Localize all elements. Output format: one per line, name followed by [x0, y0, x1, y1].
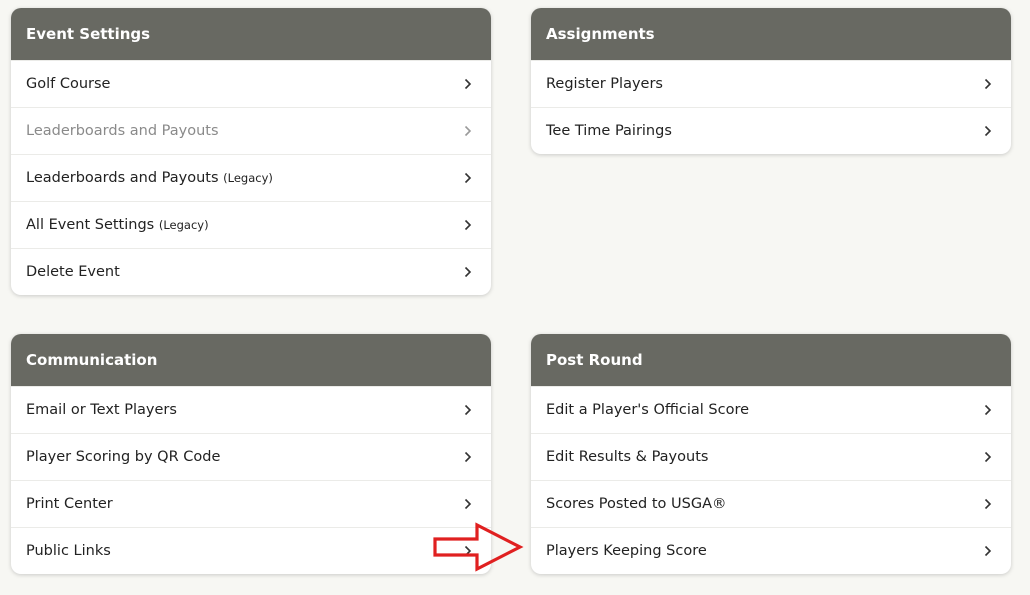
event-settings-card: Event Settings Golf Course Leaderboards … — [11, 8, 491, 295]
row-label: Register Players — [546, 76, 663, 92]
row-label: Delete Event — [26, 264, 120, 280]
chevron-right-icon — [982, 497, 994, 511]
row-label: Tee Time Pairings — [546, 123, 672, 139]
row-label: Scores Posted to USGA® — [546, 496, 727, 512]
chevron-right-icon — [462, 497, 474, 511]
event-settings-header: Event Settings — [11, 8, 491, 60]
row-golf-course[interactable]: Golf Course — [11, 60, 491, 107]
row-label: Email or Text Players — [26, 402, 177, 418]
chevron-right-icon — [982, 544, 994, 558]
chevron-right-icon — [462, 265, 474, 279]
row-label: Print Center — [26, 496, 113, 512]
red-arrow-annotation-icon — [433, 522, 524, 572]
row-label: Players Keeping Score — [546, 543, 707, 559]
chevron-right-icon — [462, 171, 474, 185]
chevron-right-icon — [982, 124, 994, 138]
row-label: Leaderboards and Payouts — [26, 123, 219, 139]
row-label: Player Scoring by QR Code — [26, 449, 221, 465]
assignments-header: Assignments — [531, 8, 1011, 60]
row-label: Public Links — [26, 543, 111, 559]
chevron-right-icon — [462, 450, 474, 464]
row-public-links[interactable]: Public Links — [11, 527, 491, 574]
chevron-right-icon — [982, 450, 994, 464]
communication-card: Communication Email or Text Players Play… — [11, 334, 491, 574]
row-tee-time-pairings[interactable]: Tee Time Pairings — [531, 107, 1011, 154]
row-edit-official-score[interactable]: Edit a Player's Official Score — [531, 386, 1011, 433]
chevron-right-icon — [462, 218, 474, 232]
row-label: All Event Settings (Legacy) — [26, 217, 209, 233]
row-edit-results-payouts[interactable]: Edit Results & Payouts — [531, 433, 1011, 480]
chevron-right-icon — [982, 403, 994, 417]
communication-header: Communication — [11, 334, 491, 386]
row-leaderboards-payouts-legacy[interactable]: Leaderboards and Payouts (Legacy) — [11, 154, 491, 201]
row-label: Golf Course — [26, 76, 111, 92]
row-player-scoring-qr[interactable]: Player Scoring by QR Code — [11, 433, 491, 480]
row-scores-posted-usga[interactable]: Scores Posted to USGA® — [531, 480, 1011, 527]
row-delete-event[interactable]: Delete Event — [11, 248, 491, 295]
row-label: Edit a Player's Official Score — [546, 402, 750, 418]
row-leaderboards-payouts[interactable]: Leaderboards and Payouts — [11, 107, 491, 154]
post-round-card: Post Round Edit a Player's Official Scor… — [531, 334, 1011, 574]
chevron-right-icon — [462, 403, 474, 417]
row-players-keeping-score[interactable]: Players Keeping Score — [531, 527, 1011, 574]
row-email-text-players[interactable]: Email or Text Players — [11, 386, 491, 433]
row-label: Edit Results & Payouts — [546, 449, 709, 465]
post-round-header: Post Round — [531, 334, 1011, 386]
row-label: Leaderboards and Payouts (Legacy) — [26, 170, 273, 186]
chevron-right-icon — [982, 77, 994, 91]
chevron-right-icon — [462, 77, 474, 91]
chevron-right-icon — [462, 124, 474, 138]
legacy-tag: Legacy — [163, 218, 205, 232]
row-print-center[interactable]: Print Center — [11, 480, 491, 527]
legacy-tag: Legacy — [227, 171, 269, 185]
row-all-event-settings-legacy[interactable]: All Event Settings (Legacy) — [11, 201, 491, 248]
assignments-card: Assignments Register Players Tee Time Pa… — [531, 8, 1011, 154]
row-register-players[interactable]: Register Players — [531, 60, 1011, 107]
